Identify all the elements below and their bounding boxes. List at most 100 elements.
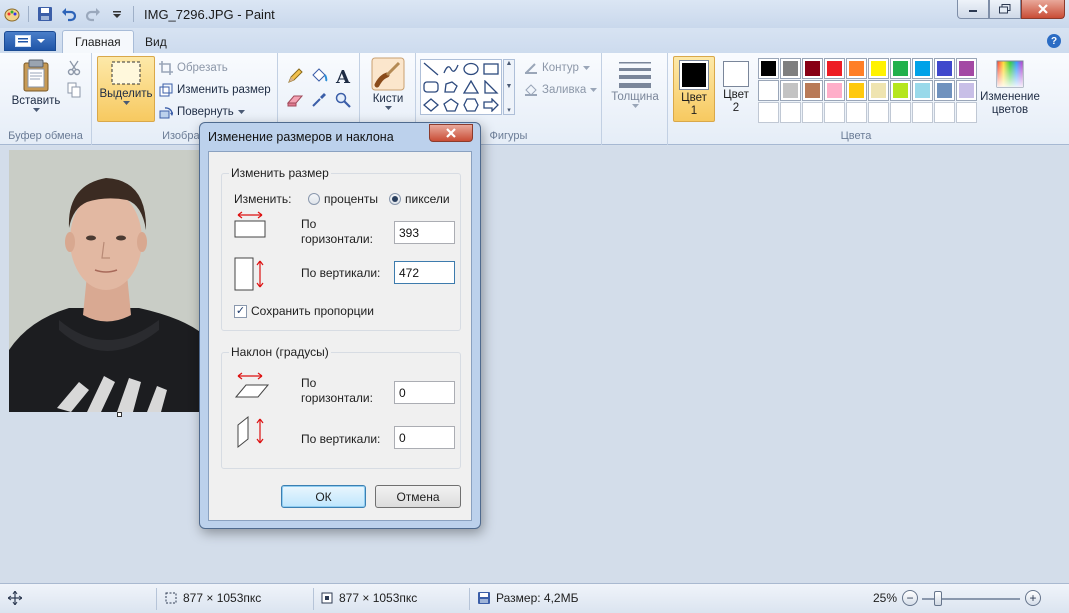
color-picker-icon[interactable] xyxy=(308,89,330,111)
palette-swatch[interactable] xyxy=(780,58,801,79)
fill-bucket-icon[interactable] xyxy=(308,65,330,87)
arrow-right-shape-icon[interactable] xyxy=(481,96,501,114)
oval-shape-icon[interactable] xyxy=(461,60,481,78)
palette-swatch[interactable] xyxy=(956,102,977,123)
palette-swatch[interactable] xyxy=(846,102,867,123)
help-icon[interactable]: ? xyxy=(1047,34,1061,48)
palette-swatch[interactable] xyxy=(956,80,977,101)
resize-horizontal-input[interactable] xyxy=(394,221,455,244)
palette-swatch[interactable] xyxy=(912,80,933,101)
palette-swatch[interactable] xyxy=(890,58,911,79)
cut-icon[interactable] xyxy=(67,60,81,79)
rotate-icon xyxy=(159,107,173,119)
percent-radio[interactable]: проценты xyxy=(308,192,378,206)
dialog-close-button[interactable] xyxy=(429,124,473,142)
palette-swatch[interactable] xyxy=(758,80,779,101)
rounded-rectangle-shape-icon[interactable] xyxy=(421,78,441,96)
diamond-shape-icon[interactable] xyxy=(421,96,441,114)
palette-swatch[interactable] xyxy=(824,80,845,101)
paint-menu-button[interactable] xyxy=(4,31,56,51)
line-shape-icon[interactable] xyxy=(421,60,441,78)
palette-swatch[interactable] xyxy=(956,58,977,79)
palette-swatch[interactable] xyxy=(824,58,845,79)
brushes-button[interactable]: Кисти xyxy=(368,57,408,111)
save-icon[interactable] xyxy=(37,6,53,22)
crop-button[interactable]: Обрезать xyxy=(159,59,228,77)
tab-home[interactable]: Главная xyxy=(62,30,134,53)
zoom-out-icon[interactable]: − xyxy=(902,590,918,606)
pixels-radio[interactable]: пиксели xyxy=(389,192,450,206)
palette-swatch[interactable] xyxy=(934,80,955,101)
curve-shape-icon[interactable] xyxy=(441,60,461,78)
palette-swatch[interactable] xyxy=(802,58,823,79)
palette-swatch[interactable] xyxy=(934,58,955,79)
palette-swatch[interactable] xyxy=(912,58,933,79)
pencil-icon[interactable] xyxy=(284,65,306,87)
text-tool-icon[interactable]: A xyxy=(332,65,354,87)
quick-access-toolbar xyxy=(0,6,134,22)
canvas-resize-handle[interactable] xyxy=(117,412,122,417)
customize-qat-icon[interactable] xyxy=(109,6,125,22)
shapes-gallery-scroll[interactable]: ▲ ▼ ▾ xyxy=(503,59,515,115)
minimize-button[interactable] xyxy=(957,0,989,19)
zoom-slider-thumb[interactable] xyxy=(934,591,942,606)
rotate-button[interactable]: Повернуть xyxy=(159,103,245,121)
palette-swatch[interactable] xyxy=(802,102,823,123)
undo-icon[interactable] xyxy=(61,6,77,22)
palette-swatch[interactable] xyxy=(890,80,911,101)
tab-view[interactable]: Вид xyxy=(133,30,179,53)
zoom-in-icon[interactable]: + xyxy=(1025,590,1041,606)
palette-swatch[interactable] xyxy=(758,102,779,123)
paint-app-icon[interactable] xyxy=(4,6,20,22)
palette-swatch[interactable] xyxy=(780,102,801,123)
edit-colors-icon xyxy=(996,60,1024,88)
edit-colors-button[interactable]: Изменение цветов xyxy=(978,59,1042,117)
skew-horizontal-input[interactable] xyxy=(394,381,455,404)
palette-swatch[interactable] xyxy=(912,102,933,123)
paste-button[interactable]: Вставить xyxy=(8,59,64,113)
horizontal-skew-icon xyxy=(234,371,270,402)
maximize-button[interactable] xyxy=(989,0,1021,19)
palette-swatch[interactable] xyxy=(868,102,889,123)
palette-swatch[interactable] xyxy=(824,102,845,123)
keep-ratio-checkbox[interactable]: ✓ Сохранить пропорции xyxy=(234,304,374,318)
select-button[interactable]: Выделить xyxy=(97,56,155,122)
palette-swatch[interactable] xyxy=(780,80,801,101)
rectangle-shape-icon[interactable] xyxy=(481,60,501,78)
skew-vertical-input[interactable] xyxy=(394,426,455,449)
polygon-shape-icon[interactable] xyxy=(441,78,461,96)
canvas-area[interactable] xyxy=(0,146,1069,583)
hexagon-shape-icon[interactable] xyxy=(461,96,481,114)
palette-swatch[interactable] xyxy=(868,58,889,79)
pentagon-shape-icon[interactable] xyxy=(441,96,461,114)
gallery-more-icon[interactable]: ▾ xyxy=(507,106,511,114)
resize-button[interactable]: Изменить размер xyxy=(159,81,271,99)
ok-button[interactable]: ОК xyxy=(281,485,366,508)
copy-icon[interactable] xyxy=(67,82,81,101)
resize-vertical-input[interactable] xyxy=(394,261,455,284)
redo-icon[interactable] xyxy=(85,6,101,22)
palette-swatch[interactable] xyxy=(802,80,823,101)
right-triangle-shape-icon[interactable] xyxy=(481,78,501,96)
close-button[interactable] xyxy=(1021,0,1065,19)
scroll-up-icon[interactable]: ▲ xyxy=(506,60,513,67)
resize-icon xyxy=(159,83,173,97)
color1-button[interactable]: Цвет 1 xyxy=(673,56,715,122)
fill-button[interactable]: Заливка xyxy=(524,81,598,99)
palette-swatch[interactable] xyxy=(758,58,779,79)
color2-button[interactable]: Цвет 2 xyxy=(715,56,757,122)
palette-swatch[interactable] xyxy=(846,58,867,79)
eraser-icon[interactable] xyxy=(284,89,306,111)
cancel-button[interactable]: Отмена xyxy=(375,485,461,508)
scroll-down-icon[interactable]: ▼ xyxy=(506,83,513,90)
size-button[interactable]: Толщина xyxy=(610,59,660,109)
magnifier-icon[interactable] xyxy=(332,89,354,111)
outline-button[interactable]: Контур xyxy=(524,59,590,77)
triangle-shape-icon[interactable] xyxy=(461,78,481,96)
palette-swatch[interactable] xyxy=(846,80,867,101)
canvas-image[interactable] xyxy=(9,150,204,412)
palette-swatch[interactable] xyxy=(868,80,889,101)
paste-icon xyxy=(23,59,49,92)
palette-swatch[interactable] xyxy=(934,102,955,123)
palette-swatch[interactable] xyxy=(890,102,911,123)
